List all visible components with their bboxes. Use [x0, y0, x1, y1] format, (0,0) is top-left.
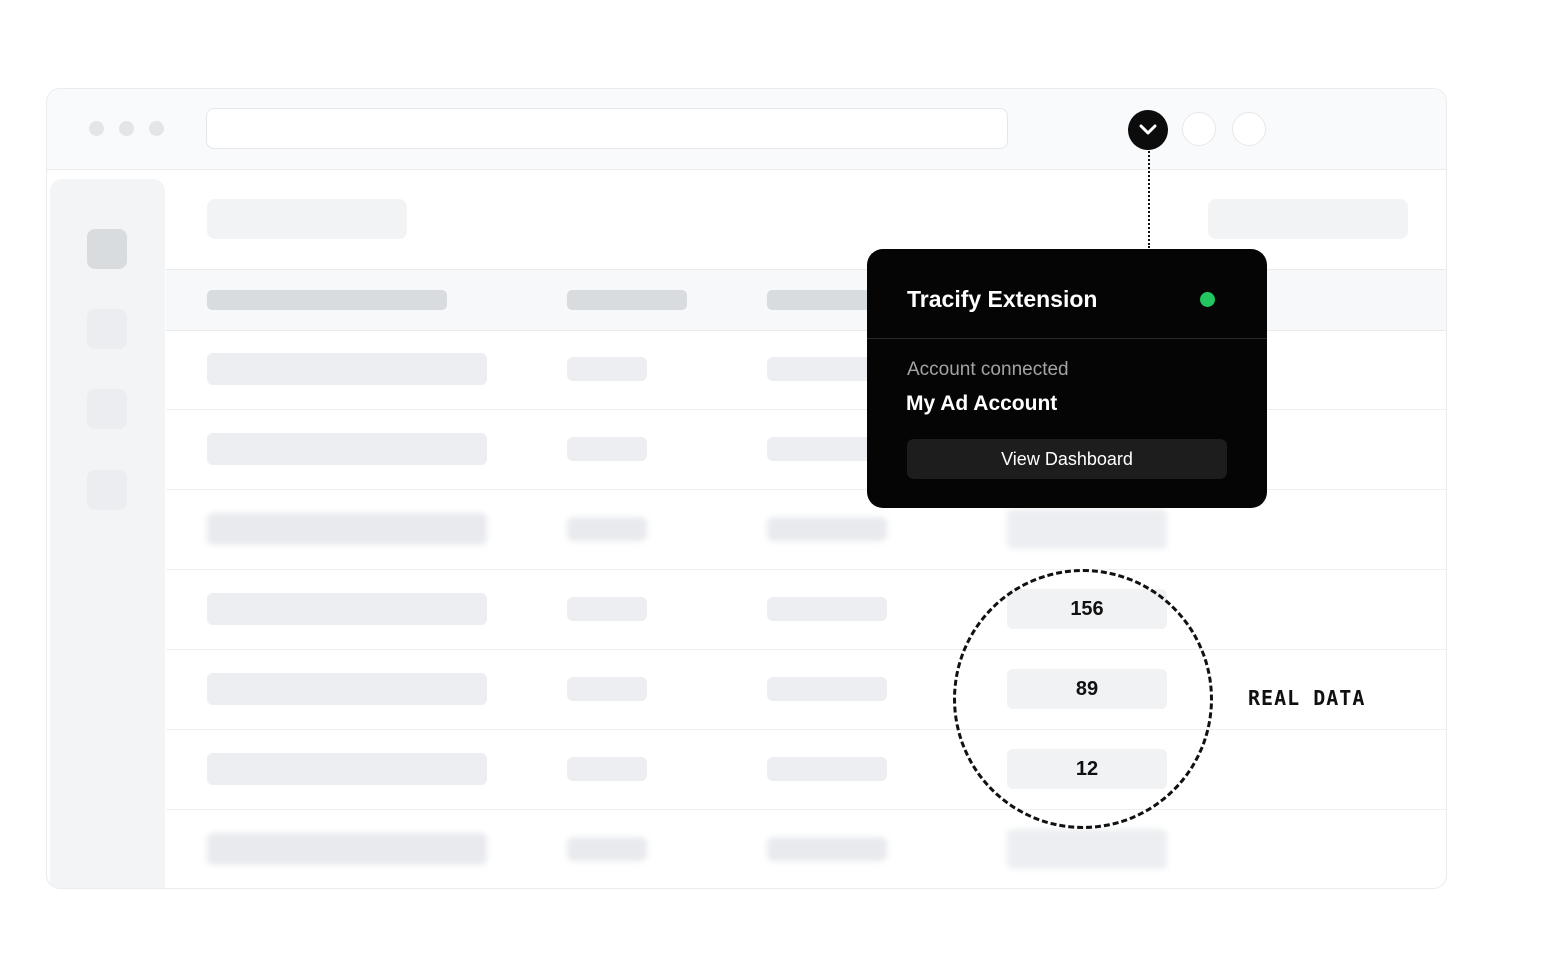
sidebar-item-3[interactable]: [87, 389, 127, 429]
toolbar-action-placeholder[interactable]: [1208, 199, 1408, 239]
window-control-minimize[interactable]: [119, 121, 134, 136]
chevron-down-icon: [1139, 124, 1157, 135]
cell-placeholder: [567, 597, 647, 621]
annotation-label: REAL DATA: [1248, 686, 1366, 710]
view-dashboard-button[interactable]: View Dashboard: [907, 439, 1227, 479]
cell-placeholder: [207, 433, 487, 465]
column-header-placeholder: [207, 290, 447, 310]
table-row: 12: [166, 730, 1446, 810]
cell-placeholder: [207, 353, 487, 385]
column-header-placeholder: [567, 290, 687, 310]
cell-placeholder: [767, 517, 887, 541]
sidebar: [50, 179, 165, 888]
popup-title: Tracify Extension: [907, 286, 1098, 312]
page-title-placeholder: [207, 199, 407, 239]
cell-placeholder: [567, 517, 647, 541]
popup-divider: [867, 338, 1267, 339]
address-bar[interactable]: [206, 108, 1008, 149]
popup-connector-line: [1148, 148, 1150, 248]
cell-placeholder: [567, 357, 647, 381]
connection-status-indicator: [1200, 292, 1215, 307]
window-control-maximize[interactable]: [149, 121, 164, 136]
metric-cell-blurred: [1007, 509, 1167, 549]
cell-placeholder: [207, 753, 487, 785]
cell-placeholder: [567, 837, 647, 861]
sidebar-item-2[interactable]: [87, 309, 127, 349]
highlight-annotation-circle: [953, 569, 1213, 829]
cell-placeholder: [567, 677, 647, 701]
table-row: 156: [166, 570, 1446, 650]
table-row: [166, 810, 1446, 888]
cell-placeholder: [767, 597, 887, 621]
account-name: My Ad Account: [906, 392, 1058, 415]
cell-placeholder: [207, 513, 487, 545]
extension-button[interactable]: [1128, 110, 1168, 150]
extension-slot-3[interactable]: [1232, 112, 1266, 146]
account-status-label: Account connected: [907, 359, 1069, 380]
browser-titlebar: [47, 89, 1446, 170]
cell-placeholder: [207, 673, 487, 705]
cell-placeholder: [567, 757, 647, 781]
extension-slot-2[interactable]: [1182, 112, 1216, 146]
sidebar-item-1[interactable]: [87, 229, 127, 269]
metric-cell-blurred: [1007, 829, 1167, 869]
cell-placeholder: [207, 593, 487, 625]
cell-placeholder: [767, 837, 887, 861]
cell-placeholder: [207, 833, 487, 865]
extension-popup: Tracify Extension Account connected My A…: [867, 249, 1267, 508]
cell-placeholder: [767, 757, 887, 781]
window-control-close[interactable]: [89, 121, 104, 136]
cell-placeholder: [767, 677, 887, 701]
sidebar-item-4[interactable]: [87, 470, 127, 510]
cell-placeholder: [567, 437, 647, 461]
